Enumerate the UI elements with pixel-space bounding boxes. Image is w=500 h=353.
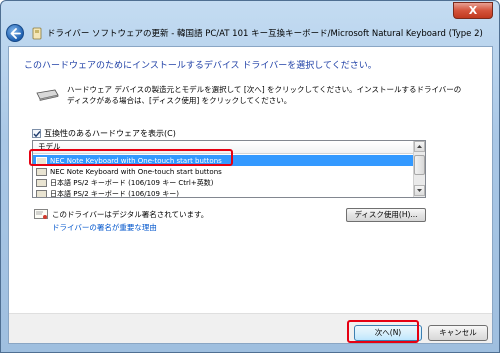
next-button[interactable]: 次へ(N) — [354, 325, 422, 341]
window-title: ドライバー ソフトウェアの更新 - 韓国語 PC/AT 101 キー互換キーボー… — [47, 29, 483, 39]
scroll-down-button[interactable] — [414, 185, 425, 196]
dialog-window: X ドライバー ソフトウェアの更新 - 韓国語 PC/AT 101 キー互換キー… — [0, 0, 500, 353]
back-arrow-icon — [10, 28, 21, 39]
scroll-thumb[interactable] — [414, 155, 425, 175]
list-column-header[interactable]: モデル — [33, 141, 425, 154]
model-item-label: 日本語 PS/2 キーボード (106/109 キー Ctrl+英数) — [50, 178, 214, 187]
model-item-label: 日本語 PS/2 キーボード (106/109 キー) — [50, 189, 179, 198]
checkbox-box[interactable] — [32, 129, 41, 138]
instructions: ハードウェア デバイスの製造元とモデルを選択して [次へ] をクリックしてくださ… — [67, 84, 467, 106]
keyboard-icon — [36, 89, 59, 101]
page-heading: このハードウェアのためにインストールするデバイス ドライバーを選択してください。 — [24, 61, 377, 71]
model-item-label: NEC Note Keyboard with One-touch start b… — [50, 167, 222, 176]
instruction-line: ハードウェア デバイスの製造元とモデルを選択して [次へ] をクリックしてくださ… — [67, 85, 462, 94]
arrow-up-icon — [417, 145, 422, 148]
instruction-line: ディスクがある場合は、[ディスク使用] をクリックしてください。 — [67, 96, 292, 105]
list-scrollbar[interactable] — [413, 141, 425, 197]
have-disk-button[interactable]: ディスク使用(H)... — [346, 208, 426, 222]
wizard-content: このハードウェアのためにインストールするデバイス ドライバーを選択してください。… — [8, 46, 493, 344]
title-bar: X ドライバー ソフトウェアの更新 - 韓国語 PC/AT 101 キー互換キー… — [1, 1, 499, 45]
checkmark-icon — [33, 131, 41, 138]
keyboard-icon — [36, 156, 47, 165]
model-item[interactable]: 日本語 PS/2 キーボード (106/109 キー) — [33, 188, 414, 198]
model-item-label: NEC Note Keyboard with One-touch start b… — [50, 156, 222, 165]
certificate-icon — [34, 209, 48, 219]
keyboard-icon — [36, 167, 47, 176]
model-item[interactable]: NEC Note Keyboard with One-touch start b… — [33, 155, 414, 166]
cancel-button[interactable]: キャンセル — [428, 325, 488, 341]
device-icon — [32, 27, 42, 40]
show-compatible-checkbox[interactable]: 互換性のあるハードウェアを表示(C) — [32, 128, 176, 139]
keyboard-icon — [36, 178, 47, 187]
signature-status: このドライバーはデジタル署名されています。 — [52, 210, 209, 219]
close-button[interactable]: X — [453, 2, 493, 19]
model-listbox[interactable]: モデル NEC Note Keyboard with One-touch sta… — [32, 140, 426, 198]
button-bar: 次へ(N) キャンセル — [9, 313, 492, 343]
keyboard-icon — [36, 189, 47, 197]
arrow-down-icon — [417, 189, 422, 192]
scroll-up-button[interactable] — [414, 141, 425, 152]
checkbox-label: 互換性のあるハードウェアを表示(C) — [44, 129, 176, 138]
model-item[interactable]: 日本語 PS/2 キーボード (106/109 キー Ctrl+英数) — [33, 177, 414, 188]
model-list: NEC Note Keyboard with One-touch start b… — [33, 155, 414, 198]
signing-info-link[interactable]: ドライバーの署名が重要な理由 — [52, 222, 157, 233]
model-item[interactable]: NEC Note Keyboard with One-touch start b… — [33, 166, 414, 177]
back-button[interactable] — [6, 24, 24, 42]
